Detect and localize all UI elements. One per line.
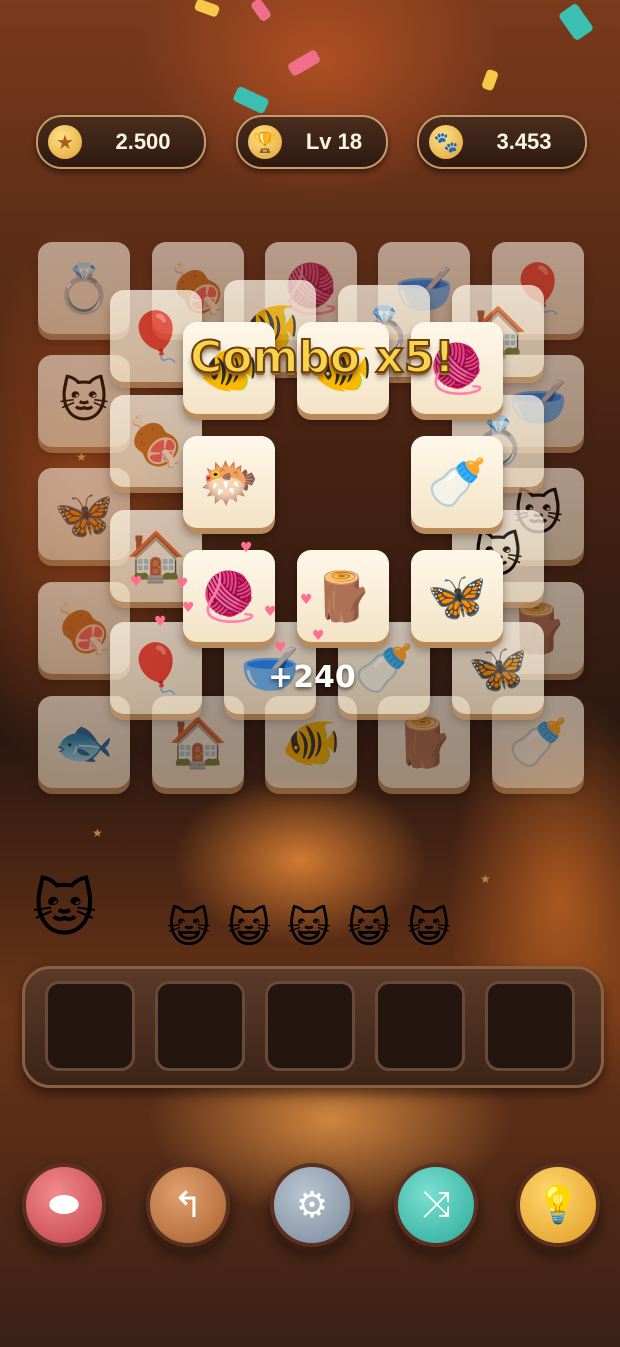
- sparkle-icon: ★: [92, 826, 103, 840]
- stars-counter: ★ 2.500: [36, 115, 206, 169]
- tray-slot: [485, 981, 575, 1071]
- undo-icon: ⬬: [48, 1184, 80, 1225]
- confetti: [232, 85, 270, 115]
- mini-cat-icon: 😺: [287, 903, 331, 952]
- star-icon: ★: [48, 125, 82, 159]
- level-indicator: 🏆 Lv 18: [236, 115, 388, 169]
- trophy-icon: 🏆: [248, 125, 282, 159]
- heart-icon: ♥: [274, 640, 287, 656]
- tile-milk-bottle[interactable]: 🍼: [411, 436, 503, 528]
- lightbulb-icon: 💡: [535, 1185, 581, 1226]
- mini-cat-icon: 😺: [167, 903, 211, 952]
- heart-icon: ♥: [130, 574, 143, 590]
- cat-mascot: 🐱: [32, 872, 97, 945]
- shuffle-icon: ⤨: [421, 1184, 451, 1225]
- tile-goldfish[interactable]: 🐡: [183, 436, 275, 528]
- tray-slot: [375, 981, 465, 1071]
- heart-icon: ♥: [264, 604, 277, 620]
- heart-icon: ♥: [182, 600, 195, 616]
- heart-icon: ♥: [154, 614, 167, 630]
- sparkle-icon: ★: [480, 872, 491, 886]
- heart-icon: ♥: [300, 592, 313, 608]
- mini-cat-icon: 😺: [407, 903, 451, 952]
- back-button[interactable]: ↰: [146, 1163, 230, 1247]
- back-arrow-icon: ↰: [172, 1184, 204, 1226]
- confetti: [286, 48, 322, 78]
- level-value: Lv 18: [305, 129, 363, 154]
- confetti: [480, 68, 500, 92]
- confetti: [557, 2, 595, 42]
- settings-button[interactable]: ⚙: [270, 1163, 354, 1247]
- confetti: [249, 0, 273, 23]
- heart-icon: ♥: [176, 576, 189, 592]
- heart-icon: ♥: [240, 540, 253, 556]
- paws-value: 3.453: [496, 129, 552, 154]
- paws-counter: 🐾 3.453: [417, 115, 587, 169]
- score-popup: +240: [268, 660, 356, 695]
- tray-slot: [265, 981, 355, 1071]
- sparkle-icon: ★: [76, 450, 87, 464]
- tile-tray: [22, 966, 604, 1088]
- tray-slot: [45, 981, 135, 1071]
- tile-yarn[interactable]: 🧶: [183, 550, 275, 642]
- heart-icon: ♥: [312, 628, 325, 644]
- confetti: [193, 0, 221, 18]
- tray-slot: [155, 981, 245, 1071]
- combo-text: Combo x5!: [189, 331, 455, 384]
- paw-icon: 🐾: [429, 125, 463, 159]
- gear-icon: ⚙: [295, 1184, 329, 1226]
- mini-cat-icon: 😺: [347, 903, 391, 952]
- undo-button[interactable]: ⬬: [22, 1163, 106, 1247]
- hint-button[interactable]: 💡: [516, 1163, 600, 1247]
- stars-value: 2.500: [115, 129, 171, 154]
- mini-cat-icon: 😺: [227, 903, 271, 952]
- tile-butterfly[interactable]: 🦋: [411, 550, 503, 642]
- shuffle-button[interactable]: ⤨: [394, 1163, 478, 1247]
